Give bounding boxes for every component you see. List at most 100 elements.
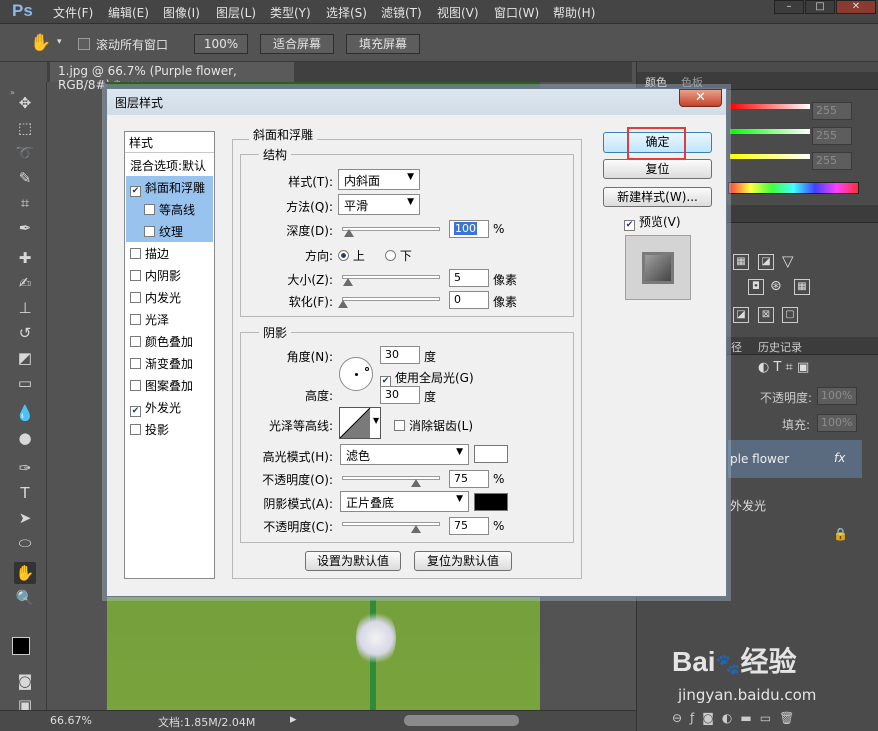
reset-to-default-button[interactable]: 复位为默认值 xyxy=(414,551,512,571)
marquee-tool-icon[interactable]: ⬚ xyxy=(14,117,36,139)
style-item-checkbox[interactable] xyxy=(130,314,141,325)
healing-brush-tool-icon[interactable]: ✚ xyxy=(14,247,36,269)
menu-file[interactable]: 文件(F) xyxy=(53,4,93,21)
history-brush-tool-icon[interactable]: ↺ xyxy=(14,322,36,344)
style-item-checkbox[interactable] xyxy=(130,270,141,281)
angle-dial[interactable] xyxy=(339,357,373,391)
blue-value[interactable]: 255 xyxy=(812,152,852,170)
red-value[interactable]: 255 xyxy=(812,102,852,120)
make-default-button[interactable]: 设置为默认值 xyxy=(305,551,401,571)
size-slider-thumb[interactable] xyxy=(343,278,353,286)
minimize-button[interactable]: – xyxy=(774,0,804,14)
path-select-tool-icon[interactable]: ➤ xyxy=(14,507,36,529)
zoom-100-button[interactable]: 100% xyxy=(194,34,248,54)
style-item-checkbox[interactable] xyxy=(130,424,141,435)
move-tool-icon[interactable]: ✥ xyxy=(14,92,36,114)
angle-input[interactable]: 30 xyxy=(380,346,420,364)
style-item-checkbox[interactable]: ✔ xyxy=(130,186,141,197)
layers-bottom-icons[interactable]: ⊖ƒ◙◐▬▭🗑 xyxy=(672,711,802,725)
levels-adjustment-icon[interactable]: ▦ xyxy=(733,254,749,270)
ellipse-tool-icon[interactable]: ⬭ xyxy=(14,532,36,554)
blur-tool-icon[interactable]: 💧 xyxy=(14,402,36,424)
menu-edit[interactable]: 编辑(E) xyxy=(108,4,149,21)
menu-layer[interactable]: 图层(L) xyxy=(216,4,256,21)
gloss-contour-picker[interactable]: ▼ xyxy=(339,407,381,439)
reset-button[interactable]: 复位 xyxy=(603,159,712,179)
tab-paths[interactable]: 径 xyxy=(731,339,742,355)
bevel-style-dropdown[interactable]: 内斜面 ▼ xyxy=(338,169,420,190)
highlight-opacity-track[interactable] xyxy=(342,476,440,480)
fit-screen-button[interactable]: 适合屏幕 xyxy=(260,34,334,54)
eyedropper-tool-icon[interactable]: ✒ xyxy=(14,217,36,239)
shadow-opacity-thumb[interactable] xyxy=(411,525,421,533)
angle-dial-handle[interactable] xyxy=(365,367,369,371)
menu-select[interactable]: 选择(S) xyxy=(326,4,367,21)
soften-slider-thumb[interactable] xyxy=(338,300,348,308)
shadow-opacity-input[interactable]: 75 xyxy=(449,517,489,535)
style-item[interactable]: 混合选项:默认 xyxy=(126,154,213,176)
style-item-checkbox[interactable] xyxy=(130,292,141,303)
hand-tool-icon[interactable]: ✋ xyxy=(30,33,51,53)
depth-slider-thumb[interactable] xyxy=(344,229,354,237)
style-item[interactable]: 等高线 xyxy=(126,198,213,220)
fill-value[interactable]: 100% xyxy=(817,414,857,432)
posterize-adjustment-icon[interactable]: ◪ xyxy=(733,307,749,323)
green-slider[interactable] xyxy=(730,129,810,134)
tool-preset-arrow-icon[interactable]: ▾ xyxy=(57,37,62,47)
document-tab[interactable]: 1.jpg @ 66.7% (Purple flower, RGB/8#) * … xyxy=(50,62,294,92)
style-item-checkbox[interactable] xyxy=(144,204,155,215)
technique-dropdown[interactable]: 平滑 ▼ xyxy=(338,194,420,215)
style-item[interactable]: 图案叠加 xyxy=(126,374,213,396)
channel-mixer-adjustment-icon[interactable]: ⊛ xyxy=(770,278,782,294)
dialog-close-button[interactable]: ✕ xyxy=(679,89,722,107)
shadow-color-swatch[interactable] xyxy=(474,493,508,511)
global-light-checkbox[interactable]: ✔ 使用全局光(G) xyxy=(380,369,474,387)
quick-select-tool-icon[interactable]: ✎ xyxy=(14,167,36,189)
style-item-checkbox[interactable] xyxy=(130,248,141,259)
red-slider[interactable] xyxy=(730,104,810,109)
style-item[interactable]: 投影 xyxy=(126,418,213,440)
soften-slider-track[interactable] xyxy=(342,297,440,301)
menu-filter[interactable]: 滤镜(T) xyxy=(381,4,422,21)
soften-input[interactable]: 0 xyxy=(449,291,489,309)
color-spectrum[interactable] xyxy=(728,182,859,194)
blue-slider[interactable] xyxy=(730,154,810,159)
size-slider-track[interactable] xyxy=(342,275,440,279)
size-input[interactable]: 5 xyxy=(449,269,489,287)
brush-tool-icon[interactable]: ✍ xyxy=(14,272,36,294)
style-item[interactable]: 颜色叠加 xyxy=(126,330,213,352)
style-item[interactable]: 内发光 xyxy=(126,286,213,308)
dodge-tool-icon[interactable]: ● xyxy=(14,427,36,449)
direction-down-radio[interactable]: 下 xyxy=(385,247,412,264)
style-item-checkbox[interactable] xyxy=(130,380,141,391)
scroll-all-checkbox[interactable] xyxy=(78,38,90,50)
style-item[interactable]: 渐变叠加 xyxy=(126,352,213,374)
opacity-value[interactable]: 100% xyxy=(817,387,857,405)
status-arrow-icon[interactable]: ▸ xyxy=(290,712,297,727)
maximize-button[interactable]: □ xyxy=(805,0,835,14)
color-balance-adjustment-icon[interactable]: ◘ xyxy=(748,279,764,295)
style-item[interactable]: 内阴影 xyxy=(126,264,213,286)
crop-tool-icon[interactable]: ⌗ xyxy=(14,192,36,214)
shadow-opacity-track[interactable] xyxy=(342,522,440,526)
menu-type[interactable]: 类型(Y) xyxy=(270,4,311,21)
zoom-level[interactable]: 66.67% xyxy=(50,714,92,727)
depth-input[interactable]: 100 xyxy=(449,220,489,238)
depth-slider-track[interactable] xyxy=(342,227,440,231)
style-item-checkbox[interactable] xyxy=(130,358,141,369)
menu-window[interactable]: 窗口(W) xyxy=(494,4,539,21)
curves-adjustment-icon[interactable]: ◪ xyxy=(758,254,774,270)
style-item-checkbox[interactable]: ✔ xyxy=(130,406,141,417)
menu-help[interactable]: 帮助(H) xyxy=(553,4,595,21)
new-style-button[interactable]: 新建样式(W)... xyxy=(603,187,712,207)
menu-view[interactable]: 视图(V) xyxy=(437,4,479,21)
type-tool-icon[interactable]: T xyxy=(14,482,36,504)
preview-checkbox[interactable]: ✔ 预览(V) xyxy=(624,213,681,231)
style-item[interactable]: 纹理 xyxy=(126,220,213,242)
filter-type-icon[interactable]: ◐ T ⌗ ▣ xyxy=(758,360,809,375)
pen-tool-icon[interactable]: ✑ xyxy=(14,457,36,479)
eraser-tool-icon[interactable]: ◩ xyxy=(14,347,36,369)
altitude-input[interactable]: 30 xyxy=(380,386,420,404)
foreground-color-swatch[interactable] xyxy=(12,637,30,655)
threshold-adjustment-icon[interactable]: ⊠ xyxy=(758,307,774,323)
